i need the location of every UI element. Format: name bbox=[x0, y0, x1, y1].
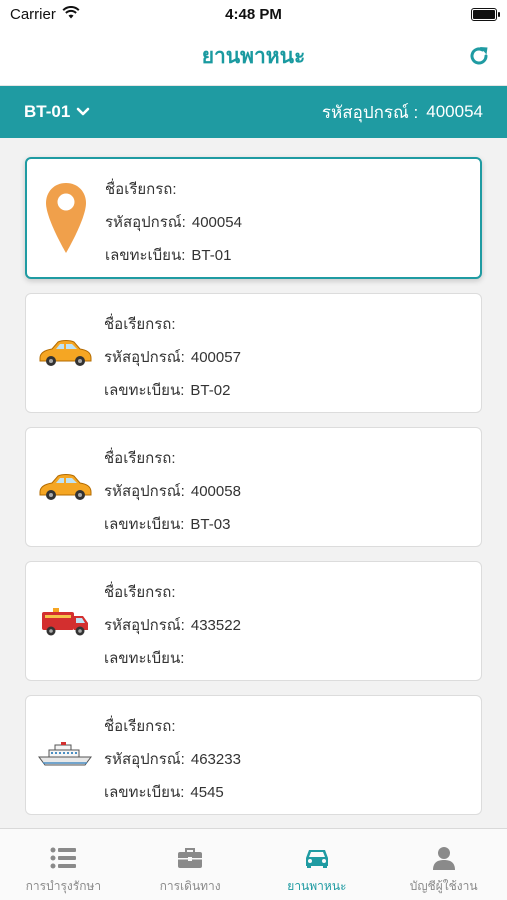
vehicle-name: ชื่อเรียกรถ: bbox=[105, 181, 177, 198]
vehicle-card[interactable]: ชื่อเรียกรถ: รหัสอุปกรณ์: 463233 เลขทะเบี… bbox=[25, 695, 482, 815]
battery-icon bbox=[471, 7, 500, 21]
wifi-icon bbox=[62, 5, 80, 23]
refresh-button[interactable] bbox=[465, 42, 493, 70]
chevron-down-icon bbox=[76, 107, 90, 116]
vehicle-card[interactable]: ชื่อเรียกรถ: รหัสอุปกรณ์: 400054 เลขทะเบี… bbox=[25, 157, 482, 279]
vehicle-name: ชื่อเรียกรถ: bbox=[104, 316, 176, 333]
vehicle-device: รหัสอุปกรณ์: 463233 bbox=[104, 751, 241, 768]
vehicle-plate: เลขทะเบียน: BT-03 bbox=[104, 516, 231, 533]
vehicle-list: ชื่อเรียกรถ: รหัสอุปกรณ์: 400054 เลขทะเบี… bbox=[0, 138, 507, 828]
tab-trips[interactable]: การเดินทาง bbox=[127, 829, 254, 900]
vehicle-name: ชื่อเรียกรถ: bbox=[104, 584, 176, 601]
vehicle-plate: เลขทะเบียน: bbox=[104, 650, 185, 667]
device-code-label: รหัสอุปกรณ์ : bbox=[321, 102, 419, 122]
truck-icon bbox=[34, 562, 96, 680]
car-icon bbox=[304, 845, 330, 871]
car-icon bbox=[34, 428, 96, 546]
vehicle-card[interactable]: ชื่อเรียกรถ: รหัสอุปกรณ์: 433522 เลขทะเบี… bbox=[25, 561, 482, 681]
user-icon bbox=[432, 845, 456, 871]
vehicle-dropdown-value: BT-01 bbox=[24, 102, 71, 121]
list-icon bbox=[50, 845, 77, 871]
tab-vehicles[interactable]: ยานพาหนะ bbox=[254, 829, 381, 900]
car-icon bbox=[34, 294, 96, 412]
tab-account[interactable]: บัญชีผู้ใช้งาน bbox=[380, 829, 507, 900]
vehicle-device: รหัสอุปกรณ์: 400054 bbox=[105, 214, 242, 231]
status-bar: Carrier 4:48 PM bbox=[0, 0, 507, 28]
tab-label: บัญชีผู้ใช้งาน bbox=[409, 879, 478, 893]
device-code: รหัสอุปกรณ์ : 400054 bbox=[322, 99, 483, 126]
tab-maintenance[interactable]: การบำรุงรักษา bbox=[0, 829, 127, 900]
device-code-value: 400054 bbox=[426, 102, 483, 121]
refresh-icon bbox=[470, 47, 488, 65]
carrier-label: Carrier bbox=[10, 5, 56, 23]
ship-icon bbox=[34, 696, 96, 814]
vehicle-device: รหัสอุปกรณ์: 400057 bbox=[104, 349, 241, 366]
vehicle-plate: เลขทะเบียน: 4545 bbox=[104, 784, 224, 801]
status-left: Carrier bbox=[10, 6, 80, 23]
vehicle-device: รหัสอุปกรณ์: 400058 bbox=[104, 483, 241, 500]
vehicle-card[interactable]: ชื่อเรียกรถ: รหัสอุปกรณ์: 400058 เลขทะเบี… bbox=[25, 427, 482, 547]
tab-label: การเดินทาง bbox=[159, 879, 221, 893]
briefcase-icon bbox=[177, 845, 203, 871]
tab-label: ยานพาหนะ bbox=[287, 879, 347, 893]
vehicle-card[interactable]: ชื่อเรียกรถ: รหัสอุปกรณ์: 400057 เลขทะเบี… bbox=[25, 293, 482, 413]
tab-bar: การบำรุงรักษา การเดินทาง ยานพาหนะ บัญชีผ… bbox=[0, 828, 507, 900]
device-bar: BT-01 รหัสอุปกรณ์ : 400054 bbox=[0, 86, 507, 138]
navigation-bar: ยานพาหนะ bbox=[0, 28, 507, 86]
location-pin-icon bbox=[35, 159, 97, 277]
vehicle-device: รหัสอุปกรณ์: 433522 bbox=[104, 617, 241, 634]
tab-label: การบำรุงรักษา bbox=[25, 879, 102, 893]
vehicle-plate: เลขทะเบียน: BT-02 bbox=[104, 382, 231, 399]
vehicle-name: ชื่อเรียกรถ: bbox=[104, 450, 176, 467]
vehicle-name: ชื่อเรียกรถ: bbox=[104, 718, 176, 735]
vehicle-dropdown[interactable]: BT-01 bbox=[24, 102, 90, 122]
page-title: ยานพาหนะ bbox=[201, 45, 306, 68]
vehicle-plate: เลขทะเบียน: BT-01 bbox=[105, 247, 232, 264]
